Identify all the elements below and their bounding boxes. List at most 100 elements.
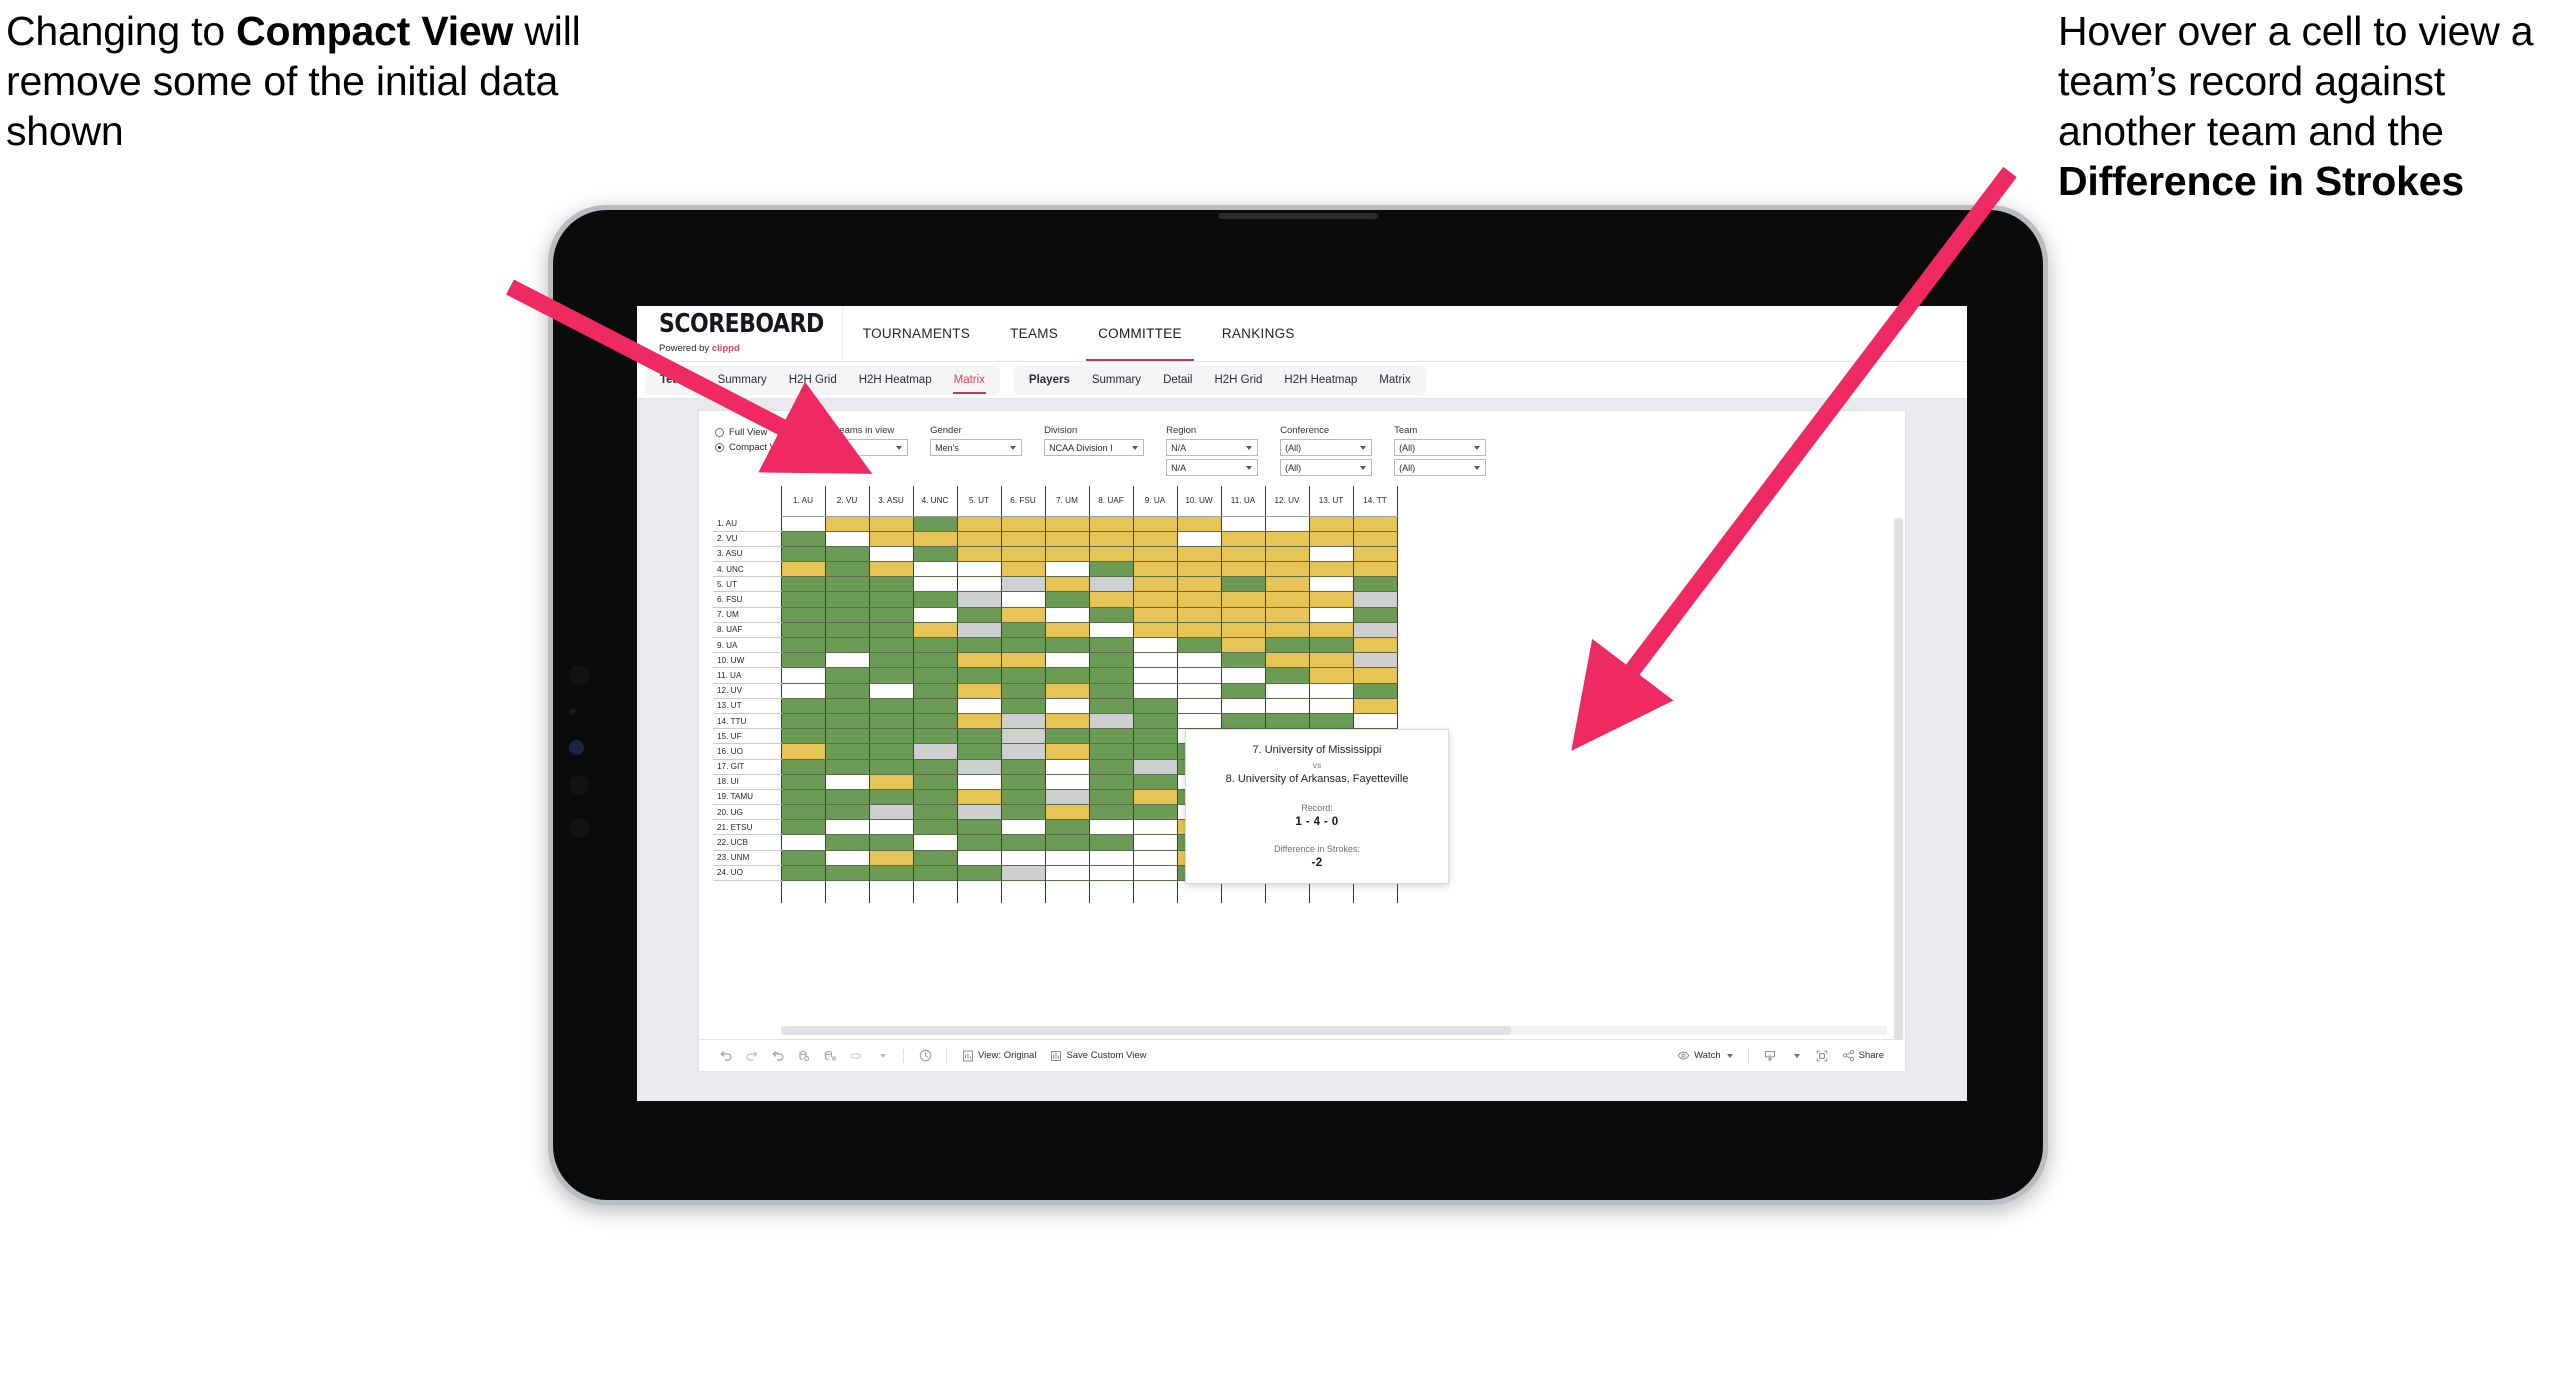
matrix-cell[interactable]: [912, 819, 958, 836]
matrix-cell[interactable]: [956, 850, 1002, 866]
matrix-cell[interactable]: [1088, 850, 1134, 866]
matrix-cell[interactable]: [1264, 576, 1310, 593]
matrix-cell[interactable]: [824, 561, 870, 578]
matrix-cell[interactable]: [1088, 576, 1134, 593]
matrix-cell[interactable]: [1176, 637, 1222, 654]
matrix-cell[interactable]: [1044, 865, 1090, 882]
matrix-cell[interactable]: [1044, 607, 1090, 623]
matrix-cell[interactable]: [1088, 789, 1134, 806]
matrix-cell[interactable]: [868, 850, 914, 866]
matrix-cell[interactable]: [1352, 683, 1398, 699]
matrix-cell[interactable]: [1000, 774, 1046, 790]
matrix-cell[interactable]: [1132, 865, 1178, 882]
matrix-cell[interactable]: [780, 561, 826, 578]
matrix-cell[interactable]: [1264, 531, 1310, 547]
filter-select-region-1[interactable]: N/A: [1166, 439, 1259, 456]
matrix-cell[interactable]: [1264, 591, 1310, 608]
matrix-cell[interactable]: [1176, 683, 1222, 699]
matrix-cell[interactable]: [912, 622, 958, 639]
matrix-cell[interactable]: [868, 713, 914, 730]
matrix-cell[interactable]: [780, 713, 826, 730]
matrix-cell[interactable]: [780, 546, 826, 563]
subnav-item-teams[interactable]: Teams: [649, 366, 707, 395]
matrix-cell[interactable]: [824, 804, 870, 821]
matrix-cell[interactable]: [956, 789, 1002, 806]
matrix-cell[interactable]: [1088, 637, 1134, 654]
matrix-cell[interactable]: [1088, 865, 1134, 882]
matrix-cell[interactable]: [1264, 546, 1310, 563]
matrix-cell[interactable]: [1308, 622, 1354, 639]
nav-item-committee[interactable]: COMMITTEE: [1078, 306, 1202, 361]
matrix-cell[interactable]: [956, 834, 1002, 851]
matrix-cell[interactable]: [1132, 516, 1178, 532]
matrix-cell[interactable]: [956, 591, 1002, 608]
matrix-cell[interactable]: [868, 546, 914, 563]
matrix-cell[interactable]: [912, 516, 958, 532]
subnav-item-h2h-heatmap[interactable]: H2H Heatmap: [1273, 366, 1368, 395]
matrix-cell[interactable]: [1132, 683, 1178, 699]
matrix-cell[interactable]: [1308, 713, 1354, 730]
matrix-cell[interactable]: [956, 728, 1002, 745]
matrix-cell[interactable]: [1220, 652, 1266, 669]
matrix-cell[interactable]: [1220, 698, 1266, 714]
matrix-cell[interactable]: [1044, 819, 1090, 836]
matrix-cell[interactable]: [1000, 667, 1046, 684]
matrix-cell[interactable]: [912, 774, 958, 790]
matrix-cell[interactable]: [1176, 713, 1222, 730]
matrix-cell[interactable]: [1044, 834, 1090, 851]
radio-compact-view[interactable]: Compact View: [715, 442, 790, 453]
matrix-cell[interactable]: [956, 546, 1002, 563]
matrix-cell[interactable]: [1044, 789, 1090, 806]
matrix-cell[interactable]: [780, 622, 826, 639]
matrix-cell[interactable]: [868, 698, 914, 714]
view-original-button[interactable]: View: Original: [955, 1043, 1043, 1069]
matrix-cell[interactable]: [1088, 759, 1134, 775]
matrix-cell[interactable]: [1088, 516, 1134, 532]
matrix-cell[interactable]: [1176, 546, 1222, 563]
subnav-item-matrix[interactable]: Matrix: [1368, 366, 1421, 395]
matrix-cell[interactable]: [1000, 850, 1046, 866]
matrix-cell[interactable]: [1000, 804, 1046, 821]
matrix-cell[interactable]: [1176, 622, 1222, 639]
matrix-cell[interactable]: [1000, 576, 1046, 593]
filter-select-region-2[interactable]: N/A: [1166, 459, 1259, 476]
matrix-cell[interactable]: [1220, 591, 1266, 608]
matrix-cell[interactable]: [1000, 819, 1046, 836]
refresh-data-icon[interactable]: [791, 1043, 817, 1069]
matrix-cell[interactable]: [1132, 546, 1178, 563]
matrix-cell[interactable]: [1352, 516, 1398, 532]
matrix-cell[interactable]: [1352, 546, 1398, 563]
matrix-cell[interactable]: [1000, 561, 1046, 578]
matrix-cell[interactable]: [912, 759, 958, 775]
matrix-cell[interactable]: [1000, 698, 1046, 714]
matrix-cell[interactable]: [1264, 667, 1310, 684]
filter-select-division-1[interactable]: NCAA Division I: [1044, 439, 1145, 456]
matrix-cell[interactable]: [1352, 637, 1398, 654]
matrix-cell[interactable]: [868, 667, 914, 684]
matrix-cell[interactable]: [868, 561, 914, 578]
matrix-cell[interactable]: [1176, 607, 1222, 623]
matrix-cell[interactable]: [868, 865, 914, 882]
matrix-cell[interactable]: [1088, 667, 1134, 684]
matrix-cell[interactable]: [1044, 531, 1090, 547]
matrix-cell[interactable]: [824, 531, 870, 547]
matrix-cell[interactable]: [1088, 834, 1134, 851]
matrix-cell[interactable]: [1352, 591, 1398, 608]
matrix-cell[interactable]: [1000, 759, 1046, 775]
matrix-cell[interactable]: [912, 637, 958, 654]
matrix-cell[interactable]: [956, 576, 1002, 593]
matrix-cell[interactable]: [1132, 561, 1178, 578]
matrix-cell[interactable]: [1220, 516, 1266, 532]
matrix-cell[interactable]: [1044, 637, 1090, 654]
matrix-cell[interactable]: [824, 774, 870, 790]
matrix-cell[interactable]: [1044, 561, 1090, 578]
matrix-cell[interactable]: [824, 759, 870, 775]
matrix-cell[interactable]: [780, 819, 826, 836]
matrix-cell[interactable]: [780, 698, 826, 714]
matrix-cell[interactable]: [1220, 576, 1266, 593]
matrix-cell[interactable]: [824, 576, 870, 593]
matrix-cell[interactable]: [956, 774, 1002, 790]
matrix-cell[interactable]: [824, 698, 870, 714]
matrix-cell[interactable]: [1044, 759, 1090, 775]
matrix-cell[interactable]: [1044, 774, 1090, 790]
